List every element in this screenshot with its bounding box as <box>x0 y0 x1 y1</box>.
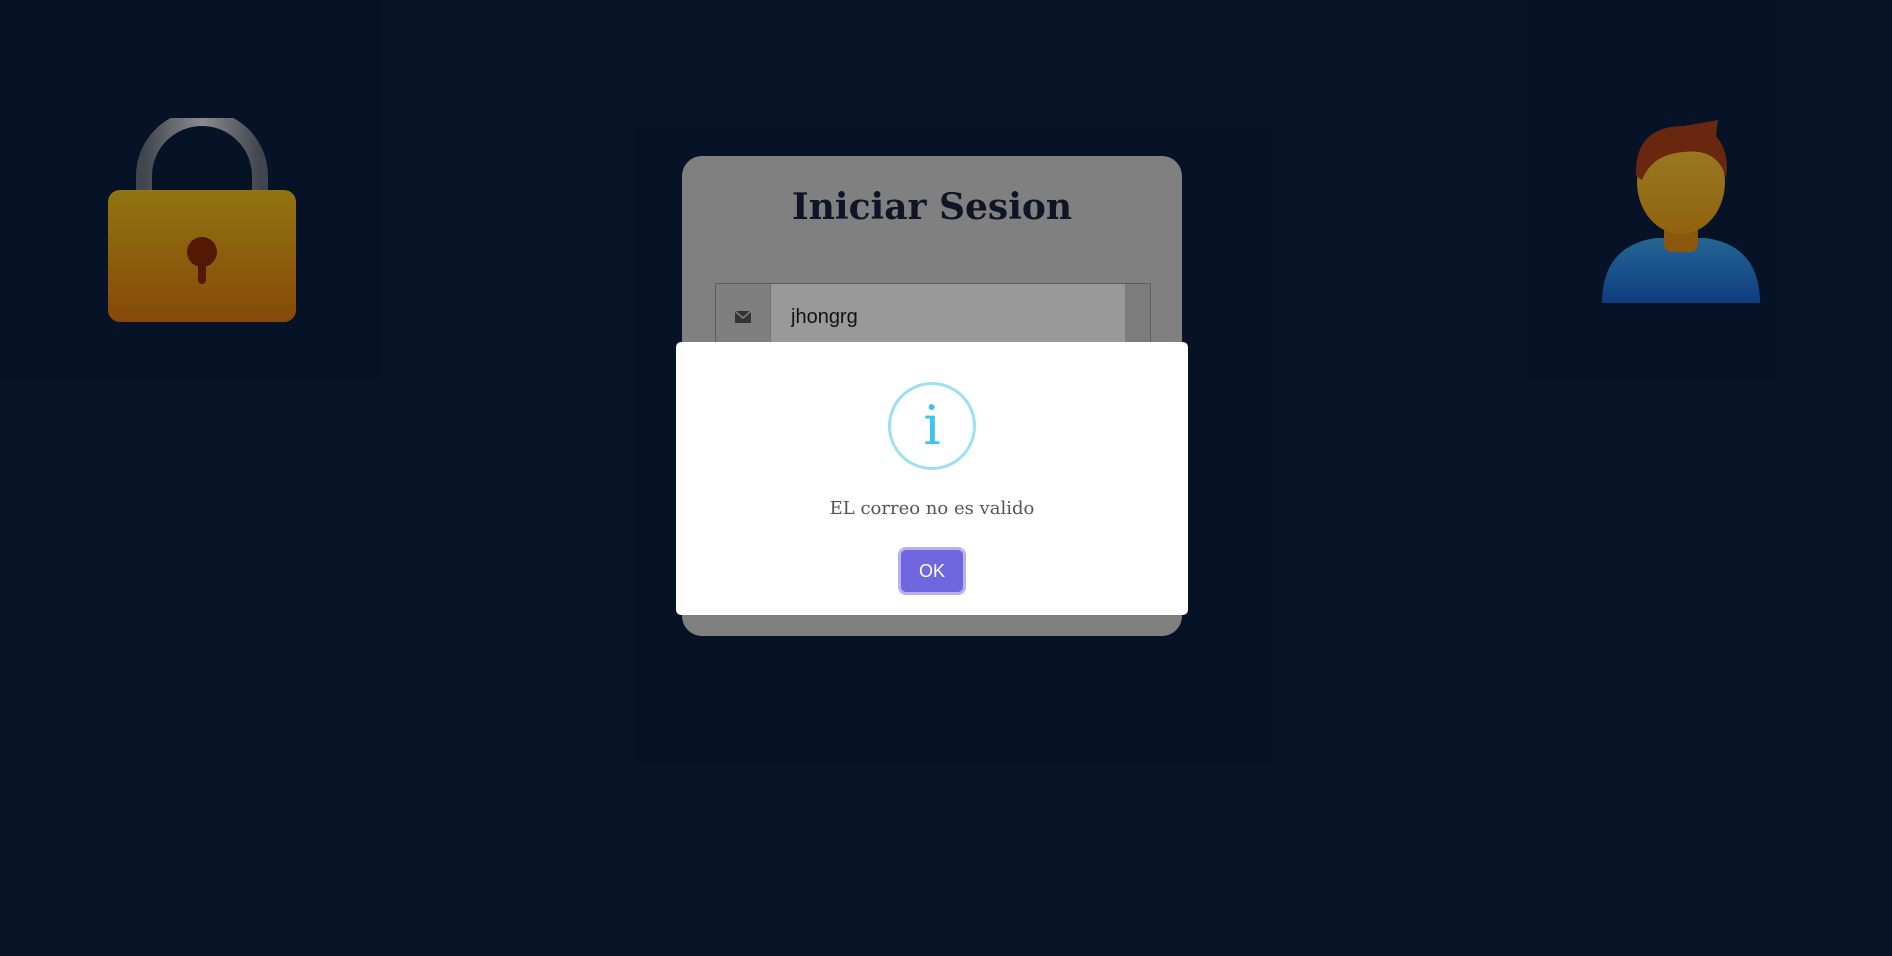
login-page: Iniciar Sesion i EL correo no es valido … <box>0 0 1892 956</box>
info-icon-glyph: i <box>923 394 941 457</box>
alert-dialog: i EL correo no es valido OK <box>676 342 1188 615</box>
info-icon: i <box>888 382 976 470</box>
ok-button[interactable]: OK <box>901 550 963 592</box>
alert-message: EL correo no es valido <box>829 498 1035 519</box>
